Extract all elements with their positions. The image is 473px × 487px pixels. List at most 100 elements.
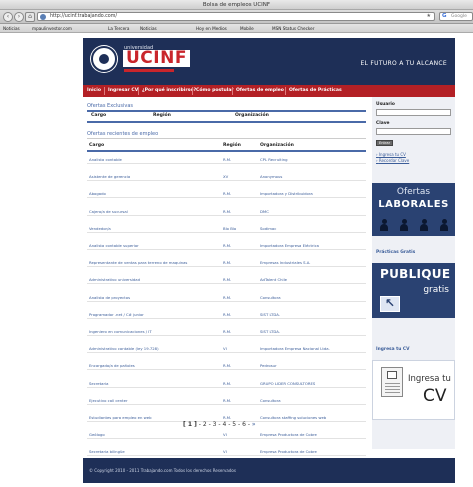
offer-cargo-link[interactable]: Administrativo universidad: [89, 277, 140, 282]
ucinf-logo-icon[interactable]: [91, 46, 117, 72]
offer-cargo-link[interactable]: Secretaria bilingüe: [89, 449, 125, 454]
forgot-password-link[interactable]: › Recordar Clave: [376, 158, 409, 163]
site-favicon-icon: [40, 14, 46, 20]
menu-item-ingresar-cv[interactable]: Ingresar CV: [108, 88, 138, 93]
offer-org-link[interactable]: AdTalent Chile: [260, 277, 287, 282]
password-input[interactable]: [376, 128, 451, 135]
offer-cargo-link[interactable]: Abogado: [89, 191, 106, 196]
offer-cargo-link[interactable]: Asistente de gerencia: [89, 174, 130, 179]
offer-org-link[interactable]: GRUPO LIDER CONSULTORES: [260, 381, 315, 386]
rss-icon[interactable]: ★: [427, 13, 431, 20]
table-row[interactable]: Analista contable superior R.M. Importador…: [87, 241, 366, 250]
offer-cargo-link[interactable]: Ingeniero en comunicaciones / IT: [89, 329, 152, 334]
offer-cargo-link[interactable]: Ejecutivo call center: [89, 398, 128, 403]
ofertas-line2: LABORALES: [378, 199, 449, 210]
offers-header-org: Organización: [260, 143, 294, 148]
offer-org-link[interactable]: Consultora: [260, 295, 281, 300]
offer-org-link[interactable]: Pedrosur: [260, 363, 277, 368]
offer-region: R.M.: [223, 294, 232, 300]
menu-item-inicio[interactable]: Inicio: [87, 88, 101, 93]
bookmark-item[interactable]: Mobile: [240, 26, 254, 31]
offer-org-link[interactable]: Sodimac: [260, 226, 276, 231]
table-row[interactable]: Vendedor/a Bío Bío Sodimac: [87, 224, 366, 233]
offer-org-link[interactable]: Empresa Productora de Cobre: [260, 449, 317, 454]
offer-cargo-link[interactable]: Programador .net / C# junior: [89, 312, 144, 317]
offer-cargo-link[interactable]: Analista de proyectos: [89, 295, 130, 300]
offer-cargo-link[interactable]: Geólogo: [89, 432, 105, 437]
offer-org-link[interactable]: CPL Recruiting: [260, 157, 288, 162]
table-row[interactable]: Asistente de gerencia XV Anonymous: [87, 172, 366, 182]
table-row[interactable]: Ingeniero en comunicaciones / IT R.M. SIST…: [87, 327, 366, 336]
offer-cargo-link[interactable]: Administrativo contable (ley 19.728): [89, 346, 159, 351]
bookmark-item[interactable]: La Tercera: [108, 26, 129, 31]
user-input[interactable]: [376, 109, 451, 116]
banner-tagline: EL FUTURO A TU ALCANCE: [360, 60, 447, 67]
publique-line2: gratis: [423, 285, 449, 295]
ofertas-laborales-banner[interactable]: Ofertas LABORALES: [372, 183, 455, 236]
footer-copyright: © Copyright 2010 - 2011 Trabajando.com T…: [89, 468, 236, 473]
ingresa-heading[interactable]: Ingresa tu CV: [376, 347, 410, 352]
offer-org-link[interactable]: Consultora staffing soluciones web: [260, 415, 326, 420]
table-row[interactable]: Ejecutivo call center R.M. Consultora: [87, 396, 366, 405]
menu-item-como-postular[interactable]: Cómo postular: [196, 88, 234, 93]
menu-item-por-que[interactable]: ¿Por qué inscribirse?: [142, 88, 196, 93]
table-row[interactable]: Analista de proyectos R.M. Consultora: [87, 293, 366, 302]
ingresa-cv-banner[interactable]: Ingresa tu CV: [372, 360, 455, 420]
practicas-heading[interactable]: Prácticas Gratis: [376, 250, 415, 255]
register-link[interactable]: › Ingresa tu CV: [376, 152, 406, 157]
table-row[interactable]: Representante de ventas para terreno de …: [87, 258, 366, 268]
table-row[interactable]: Analista contable R.M. CPL Recruiting: [87, 155, 366, 164]
offers-header-region: Región: [223, 143, 241, 148]
offer-cargo-link[interactable]: Analista contable superior: [89, 243, 139, 248]
offer-org-link[interactable]: Importadora y Distribuidora: [260, 191, 313, 196]
offer-org-link[interactable]: Consultora: [260, 398, 281, 403]
home-icon[interactable]: ⌂: [25, 12, 35, 22]
publique-gratis-banner[interactable]: PUBLIQUE gratis: [372, 263, 455, 318]
bookmark-item[interactable]: Noticias: [140, 26, 157, 31]
table-row[interactable]: Abogado R.M. Importadora y Distribuidora: [87, 189, 366, 199]
offer-org-link[interactable]: Importadora Empresa Eléctrica: [260, 243, 319, 248]
ofertas-line1: Ofertas: [396, 187, 431, 197]
table-row[interactable]: Programador .net / C# junior R.M. SIST LTD…: [87, 310, 366, 319]
offer-org-link[interactable]: SIST LTDA.: [260, 329, 280, 334]
table-row[interactable]: Geólogo VI Empresa Productora de Cobre: [87, 430, 366, 440]
back-icon[interactable]: ‹: [3, 12, 13, 22]
offer-org-link[interactable]: Anonymous: [260, 174, 282, 179]
offer-cargo-link[interactable]: Representante de ventas para terreno de …: [89, 260, 187, 265]
menu-item-ofertas-empleo[interactable]: Ofertas de empleo: [236, 88, 284, 93]
offer-org-link[interactable]: SIST LTDA.: [260, 312, 280, 317]
bookmark-item[interactable]: MSN Status Checker: [272, 26, 314, 31]
bookmark-item[interactable]: Hoy en Medios: [196, 26, 227, 31]
bookmark-item[interactable]: Noticias: [3, 26, 20, 31]
offer-org-link[interactable]: Importadora Empresa Nacional Ltda.: [260, 346, 330, 351]
offer-cargo-link[interactable]: Cajero/a de sucursal: [89, 209, 128, 214]
offer-region: XV: [223, 174, 229, 180]
next-page-icon[interactable]: »: [252, 421, 256, 428]
offer-cargo-link[interactable]: Vendedor/a: [89, 226, 111, 231]
search-box[interactable]: G Google: [439, 12, 473, 21]
offer-cargo-link[interactable]: Secretaria: [89, 381, 108, 386]
logo-text[interactable]: UCINF: [123, 50, 190, 67]
table-row[interactable]: Secretaria R.M. GRUPO LIDER CONSULTORES: [87, 379, 366, 388]
offer-org-link[interactable]: Empresas Industriales S.A.: [260, 260, 311, 265]
address-bar[interactable]: http://ucinf.trabajando.com/ ★: [37, 12, 435, 21]
offer-cargo-link[interactable]: Estudiantes para empleo en web: [89, 415, 151, 420]
menu-item-ofertas-practicas[interactable]: Ofertas de Prácticas: [289, 88, 342, 93]
table-row[interactable]: Administrativo universidad R.M. AdTalent C…: [87, 275, 366, 285]
forward-icon[interactable]: ›: [14, 12, 24, 22]
offer-cargo-link[interactable]: Analista contable: [89, 157, 122, 162]
user-label: Usuario: [376, 102, 395, 107]
offer-cargo-link[interactable]: Encargado/a de pañoles: [89, 363, 135, 368]
table-row[interactable]: Encargado/a de pañoles R.M. Pedrosur: [87, 361, 366, 371]
site-container: universidad UCINF EL FUTURO A TU ALCANCE…: [83, 38, 455, 483]
address-text: http://ucinf.trabajando.com/: [50, 14, 117, 19]
offer-region: R.M.: [223, 260, 232, 266]
offer-org-link[interactable]: DMC: [260, 209, 269, 214]
table-row[interactable]: Administrativo contable (ley 19.728) VI Im…: [87, 344, 366, 354]
table-row[interactable]: Cajero/a de sucursal R.M. DMC: [87, 207, 366, 216]
offer-org-link[interactable]: Empresa Productora de Cobre: [260, 432, 317, 437]
exclusive-header-org: Organización: [235, 113, 269, 118]
login-button[interactable]: Entrar: [376, 140, 393, 146]
bookmark-item[interactable]: mpaulinvestor.com: [32, 26, 72, 31]
table-row[interactable]: Secretaria bilingüe VI Empresa Productora …: [87, 447, 366, 457]
